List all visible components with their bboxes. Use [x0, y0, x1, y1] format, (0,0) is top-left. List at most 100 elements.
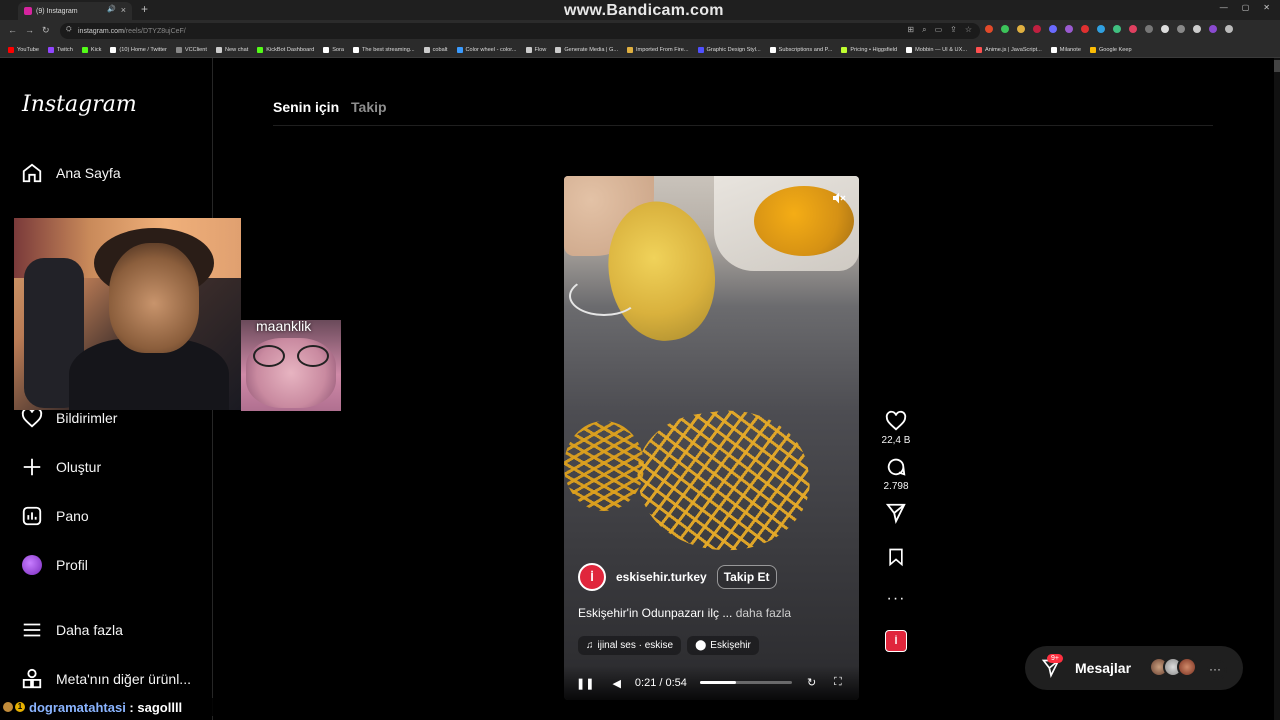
- cast-icon[interactable]: ▭: [935, 25, 943, 35]
- caption-more-link[interactable]: daha fazla: [736, 606, 791, 620]
- like-action[interactable]: 22,4 B: [882, 410, 910, 446]
- sidebar-item-more[interactable]: Daha fazla: [20, 615, 123, 645]
- extension-icon[interactable]: [1097, 25, 1105, 33]
- pause-icon[interactable]: ❚❚: [576, 677, 594, 690]
- bookmark-item[interactable]: cobalt: [423, 46, 448, 53]
- speaker-icon[interactable]: 🔊: [107, 5, 116, 13]
- share-icon[interactable]: ⇪: [950, 25, 957, 35]
- sidebar-item-home[interactable]: Ana Sayfa: [20, 158, 121, 188]
- bookmark-item[interactable]: Pricing • Higgsfield: [841, 46, 897, 53]
- extension-icon[interactable]: [985, 25, 993, 33]
- extension-icon[interactable]: [1065, 25, 1073, 33]
- extension-icon[interactable]: [1081, 25, 1089, 33]
- bookmark-item[interactable]: New chat: [215, 46, 248, 53]
- location-pin-icon: ⬤: [695, 640, 707, 651]
- follow-button[interactable]: Takip Et: [716, 565, 777, 589]
- bookmark-item[interactable]: YouTube: [8, 46, 39, 53]
- bookmark-favicon-icon: [215, 46, 222, 53]
- bookmark-item[interactable]: Color wheel - color...: [456, 46, 517, 53]
- fullscreen-icon[interactable]: ⛶: [834, 676, 842, 689]
- bookmark-icon: [889, 548, 903, 567]
- extension-icon[interactable]: [1001, 25, 1009, 33]
- bookmark-item[interactable]: Twitch: [47, 46, 73, 53]
- bookmark-favicon-icon: [1050, 46, 1057, 53]
- bookmark-label: Color wheel - color...: [465, 46, 517, 53]
- more-action[interactable]: ···: [887, 590, 906, 608]
- extension-icon[interactable]: [1113, 25, 1121, 33]
- sidebar-item-dashboard[interactable]: Pano: [20, 501, 89, 531]
- bookmark-item[interactable]: Imported From Fire...: [627, 46, 689, 53]
- bookmark-item[interactable]: Flow: [525, 46, 546, 53]
- comment-action[interactable]: 2.798: [883, 456, 909, 492]
- puzzle-icon[interactable]: [1161, 25, 1169, 33]
- chat-badge-icon: [3, 702, 13, 712]
- maximize-icon[interactable]: ▢: [1242, 3, 1250, 12]
- back-icon[interactable]: ←: [8, 25, 17, 35]
- bookmark-item[interactable]: Milanote: [1050, 46, 1081, 53]
- forward-icon[interactable]: →: [25, 25, 34, 35]
- save-action[interactable]: [886, 546, 906, 568]
- menu-dots-icon[interactable]: [1225, 25, 1233, 33]
- reload-icon[interactable]: ↻: [42, 25, 50, 36]
- bookmark-favicon-icon: [627, 46, 633, 53]
- messages-label: Mesajlar: [1075, 660, 1132, 676]
- volume-icon[interactable]: ◀: [612, 677, 620, 690]
- bookmark-favicon-icon: [353, 46, 360, 53]
- guest-name: maanklik: [256, 318, 312, 334]
- close-window-icon[interactable]: ✕: [1263, 3, 1270, 12]
- address-bar[interactable]: ⛭ instagram.com/reels/DTYZ8ujCeF/ ⊞ ⌕ ▭ …: [60, 23, 980, 39]
- bookmark-item[interactable]: VCClient: [175, 46, 207, 53]
- location-chip[interactable]: ⬤ Eskişehir: [687, 636, 759, 655]
- bookmark-item[interactable]: Graphic Design Styl...: [697, 46, 761, 53]
- audio-thumbnail[interactable]: İ: [885, 630, 907, 652]
- sidebar-item-profile[interactable]: Profil: [20, 550, 88, 580]
- mute-toggle[interactable]: [829, 188, 849, 208]
- site-info-icon[interactable]: ⛭: [66, 26, 72, 34]
- extension-icon[interactable]: [1129, 25, 1137, 33]
- audio-chip[interactable]: ♫ ijinal ses · eskise: [578, 636, 682, 655]
- bookmark-item[interactable]: (10) Home / Twitter: [110, 46, 167, 53]
- tab-for-you[interactable]: Senin için: [273, 99, 339, 115]
- bookmark-star-icon[interactable]: ☆: [965, 25, 972, 35]
- share-action[interactable]: [885, 502, 907, 524]
- extension-icon[interactable]: [1049, 25, 1057, 33]
- bookmark-item[interactable]: Anime.js | JavaScript...: [976, 46, 1042, 53]
- translate-icon[interactable]: ⊞: [907, 25, 914, 35]
- bookmark-item[interactable]: Generate Media | G...: [555, 46, 618, 53]
- bookmark-favicon-icon: [423, 46, 430, 53]
- tab-search-icon[interactable]: [1177, 25, 1185, 33]
- bookmark-item[interactable]: Sora: [323, 46, 344, 53]
- bookmark-item[interactable]: Mobbin — UI & UX...: [906, 46, 967, 53]
- scrollbar-thumb[interactable]: [1274, 60, 1280, 72]
- recording-watermark: www.Bandicam.com: [564, 2, 724, 19]
- bookmark-item[interactable]: KickBot Dashboard: [257, 46, 314, 53]
- bookmark-item[interactable]: Google Keep: [1089, 46, 1132, 53]
- bookmark-label: Milanote: [1059, 46, 1081, 53]
- replay-icon[interactable]: ↻: [807, 676, 816, 689]
- sidebar-item-create[interactable]: Oluştur: [20, 452, 101, 482]
- instagram-favicon-icon: [24, 7, 32, 15]
- bookmark-item[interactable]: Kick: [81, 46, 101, 53]
- bookmark-item[interactable]: Subscriptions and P...: [769, 46, 832, 53]
- profile-avatar-icon[interactable]: [1209, 25, 1217, 33]
- sidepanel-icon[interactable]: [1193, 25, 1201, 33]
- new-tab-icon[interactable]: +: [141, 2, 148, 16]
- tab-following[interactable]: Takip: [351, 99, 387, 115]
- extension-icon[interactable]: [1145, 25, 1153, 33]
- extension-icon[interactable]: [1033, 25, 1041, 33]
- progress-bar[interactable]: [700, 681, 792, 684]
- extension-icon[interactable]: [1017, 25, 1025, 33]
- author-avatar[interactable]: İ: [578, 563, 606, 591]
- minimize-icon[interactable]: —: [1220, 3, 1228, 12]
- close-tab-icon[interactable]: ×: [121, 5, 126, 15]
- messages-badge: 9+: [1047, 654, 1063, 663]
- sidebar-item-label: Ana Sayfa: [56, 165, 121, 181]
- page-scrollbar[interactable]: [1274, 58, 1280, 720]
- reel-video[interactable]: İ eskisehir.turkey Takip Et Eskişehir'in…: [564, 176, 859, 700]
- sidebar-item-meta[interactable]: Meta'nın diğer ürünl...: [20, 664, 191, 694]
- browser-tab[interactable]: (9) Instagram 🔊 ×: [18, 2, 132, 20]
- zoom-icon[interactable]: ⌕: [922, 25, 926, 35]
- instagram-logo[interactable]: Instagram: [22, 92, 137, 117]
- author-username[interactable]: eskisehir.turkey: [616, 570, 707, 584]
- bookmark-item[interactable]: The best streaming...: [353, 46, 415, 53]
